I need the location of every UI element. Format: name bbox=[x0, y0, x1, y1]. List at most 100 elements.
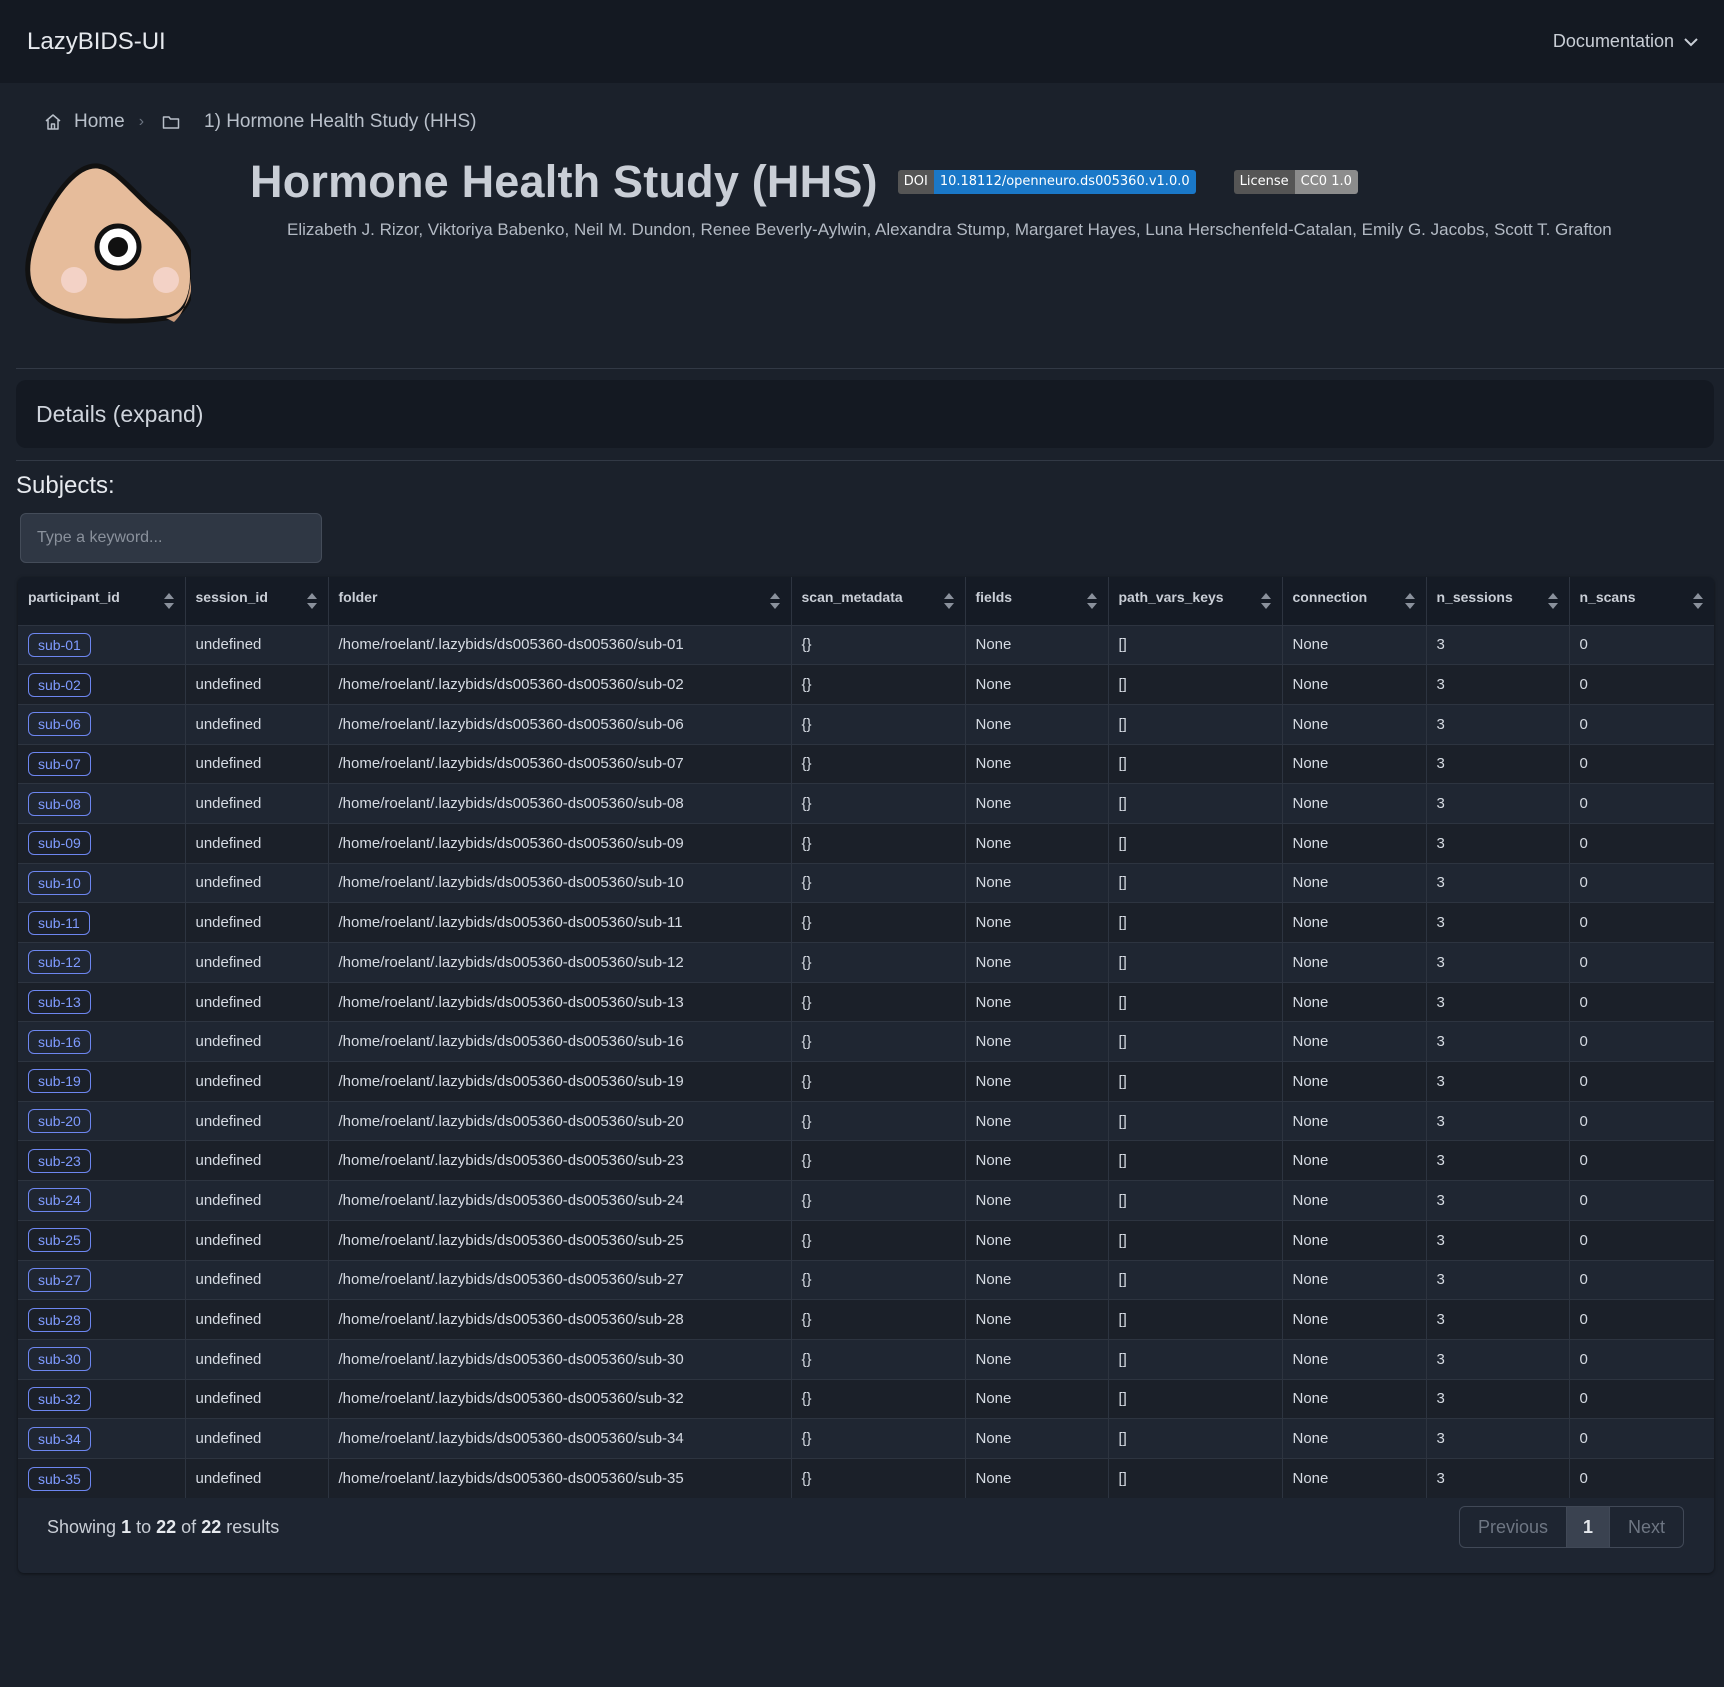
column-header-session_id[interactable]: session_id bbox=[185, 577, 329, 625]
cell-participant_id: sub-10 bbox=[18, 862, 186, 903]
participant-link[interactable]: sub-34 bbox=[28, 1426, 91, 1451]
table-row: sub-27 undefined/home/roelant/.lazybids/d… bbox=[18, 1259, 1714, 1300]
column-header-label: n_sessions bbox=[1436, 589, 1513, 605]
participant-link[interactable]: sub-11 bbox=[28, 910, 90, 935]
participant-link[interactable]: sub-23 bbox=[28, 1148, 91, 1173]
cell-path_vars_keys: [] bbox=[1108, 1338, 1283, 1380]
sort-icon[interactable] bbox=[306, 592, 318, 610]
search-input[interactable] bbox=[20, 513, 322, 563]
column-header-fields[interactable]: fields bbox=[965, 577, 1109, 625]
cell-session_id: undefined bbox=[185, 1140, 329, 1181]
participant-link[interactable]: sub-12 bbox=[28, 950, 91, 975]
participant-link[interactable]: sub-25 bbox=[28, 1228, 91, 1253]
cell-fields: None bbox=[965, 822, 1109, 864]
cell-connection: None bbox=[1282, 1299, 1427, 1340]
cell-session_id: undefined bbox=[185, 1100, 329, 1141]
cell-connection: None bbox=[1282, 822, 1427, 864]
cell-scan_metadata: {} bbox=[791, 624, 966, 665]
documentation-label: Documentation bbox=[1552, 31, 1674, 51]
cell-n_scans: 0 bbox=[1569, 981, 1714, 1022]
participant-link[interactable]: sub-07 bbox=[28, 751, 91, 776]
cell-session_id: undefined bbox=[185, 743, 329, 784]
cell-participant_id: sub-07 bbox=[18, 743, 186, 784]
column-header-n_sessions[interactable]: n_sessions bbox=[1426, 577, 1570, 625]
participant-link[interactable]: sub-28 bbox=[28, 1307, 91, 1332]
cell-path_vars_keys: [] bbox=[1108, 1021, 1283, 1062]
participant-link[interactable]: sub-30 bbox=[28, 1347, 91, 1372]
cell-n_scans: 0 bbox=[1569, 1418, 1714, 1459]
breadcrumb-home-label: Home bbox=[74, 111, 125, 132]
cell-scan_metadata: {} bbox=[791, 703, 966, 745]
breadcrumb-current[interactable]: 1) Hormone Health Study (HHS) bbox=[162, 111, 476, 133]
participant-link[interactable]: sub-24 bbox=[28, 1188, 91, 1213]
cell-connection: None bbox=[1282, 1140, 1427, 1181]
column-header-label: participant_id bbox=[28, 589, 120, 605]
brand[interactable]: LazyBIDS-UI bbox=[27, 28, 166, 56]
cell-participant_id: sub-23 bbox=[18, 1140, 186, 1181]
cell-n_sessions: 3 bbox=[1426, 1140, 1570, 1181]
pagination: Previous 1 Next bbox=[1458, 1506, 1684, 1548]
cell-participant_id: sub-24 bbox=[18, 1180, 186, 1221]
cell-participant_id: sub-16 bbox=[18, 1021, 186, 1062]
table-header-row: participant_id session_id folder scan_metad… bbox=[18, 577, 1714, 625]
cell-folder: /home/roelant/.lazybids/ds005360-ds00536… bbox=[328, 981, 792, 1022]
cell-n_scans: 0 bbox=[1569, 1219, 1714, 1260]
documentation-menu[interactable]: Documentation bbox=[1553, 31, 1698, 52]
column-header-connection[interactable]: connection bbox=[1282, 577, 1427, 625]
cell-n_scans: 0 bbox=[1569, 1180, 1714, 1221]
page-1-button[interactable]: 1 bbox=[1565, 1507, 1610, 1547]
column-header-path_vars_keys[interactable]: path_vars_keys bbox=[1108, 577, 1283, 625]
cell-participant_id: sub-19 bbox=[18, 1061, 186, 1102]
sort-icon[interactable] bbox=[769, 592, 781, 610]
participant-link[interactable]: sub-16 bbox=[28, 1029, 91, 1054]
sort-icon[interactable] bbox=[163, 592, 175, 610]
cell-participant_id: sub-11 bbox=[18, 902, 186, 943]
cell-path_vars_keys: [] bbox=[1108, 743, 1283, 784]
column-header-label: scan_metadata bbox=[801, 589, 903, 605]
cell-n_scans: 0 bbox=[1569, 902, 1714, 943]
participant-link[interactable]: sub-32 bbox=[28, 1386, 91, 1411]
cell-fields: None bbox=[965, 703, 1109, 745]
cell-connection: None bbox=[1282, 1021, 1427, 1062]
cell-connection: None bbox=[1282, 981, 1427, 1022]
column-header-scan_metadata[interactable]: scan_metadata bbox=[791, 577, 966, 625]
cell-fields: None bbox=[965, 942, 1109, 983]
cell-scan_metadata: {} bbox=[791, 1378, 966, 1419]
participant-link[interactable]: sub-10 bbox=[28, 870, 91, 895]
participant-link[interactable]: sub-06 bbox=[28, 712, 91, 737]
cell-fields: None bbox=[965, 1100, 1109, 1141]
participant-link[interactable]: sub-09 bbox=[28, 831, 91, 856]
participant-link[interactable]: sub-02 bbox=[28, 672, 91, 697]
cell-connection: None bbox=[1282, 783, 1427, 824]
sort-icon[interactable] bbox=[943, 592, 955, 610]
cell-n_sessions: 3 bbox=[1426, 1338, 1570, 1380]
participant-link[interactable]: sub-35 bbox=[28, 1466, 91, 1491]
participant-link[interactable]: sub-27 bbox=[28, 1267, 91, 1292]
doi-badge[interactable]: DOI 10.18112/openneuro.ds005360.v1.0.0 bbox=[897, 170, 1196, 194]
participant-link[interactable]: sub-13 bbox=[28, 990, 91, 1015]
sort-icon[interactable] bbox=[1547, 592, 1559, 610]
participant-link[interactable]: sub-20 bbox=[28, 1109, 91, 1134]
cell-folder: /home/roelant/.lazybids/ds005360-ds00536… bbox=[328, 1418, 792, 1459]
column-header-participant_id[interactable]: participant_id bbox=[18, 577, 186, 625]
cell-session_id: undefined bbox=[185, 1061, 329, 1102]
participant-link[interactable]: sub-01 bbox=[28, 632, 91, 657]
details-expand-panel[interactable]: Details (expand) bbox=[16, 380, 1714, 448]
cell-path_vars_keys: [] bbox=[1108, 981, 1283, 1022]
next-page-button[interactable]: Next bbox=[1610, 1507, 1683, 1547]
participant-link[interactable]: sub-19 bbox=[28, 1069, 91, 1094]
table-row: sub-20 undefined/home/roelant/.lazybids/d… bbox=[18, 1100, 1714, 1141]
breadcrumb-home[interactable]: Home bbox=[44, 111, 125, 133]
sort-icon[interactable] bbox=[1404, 592, 1416, 610]
sort-icon[interactable] bbox=[1692, 592, 1704, 610]
cell-n_scans: 0 bbox=[1569, 1140, 1714, 1181]
sort-icon[interactable] bbox=[1260, 592, 1272, 610]
participant-link[interactable]: sub-08 bbox=[28, 791, 91, 816]
cell-folder: /home/roelant/.lazybids/ds005360-ds00536… bbox=[328, 703, 792, 745]
previous-page-button[interactable]: Previous bbox=[1460, 1507, 1566, 1547]
sort-icon[interactable] bbox=[1086, 592, 1098, 610]
column-header-label: n_scans bbox=[1579, 589, 1636, 605]
column-header-n_scans[interactable]: n_scans bbox=[1569, 577, 1714, 625]
cell-n_sessions: 3 bbox=[1426, 1061, 1570, 1102]
column-header-folder[interactable]: folder bbox=[328, 577, 792, 625]
